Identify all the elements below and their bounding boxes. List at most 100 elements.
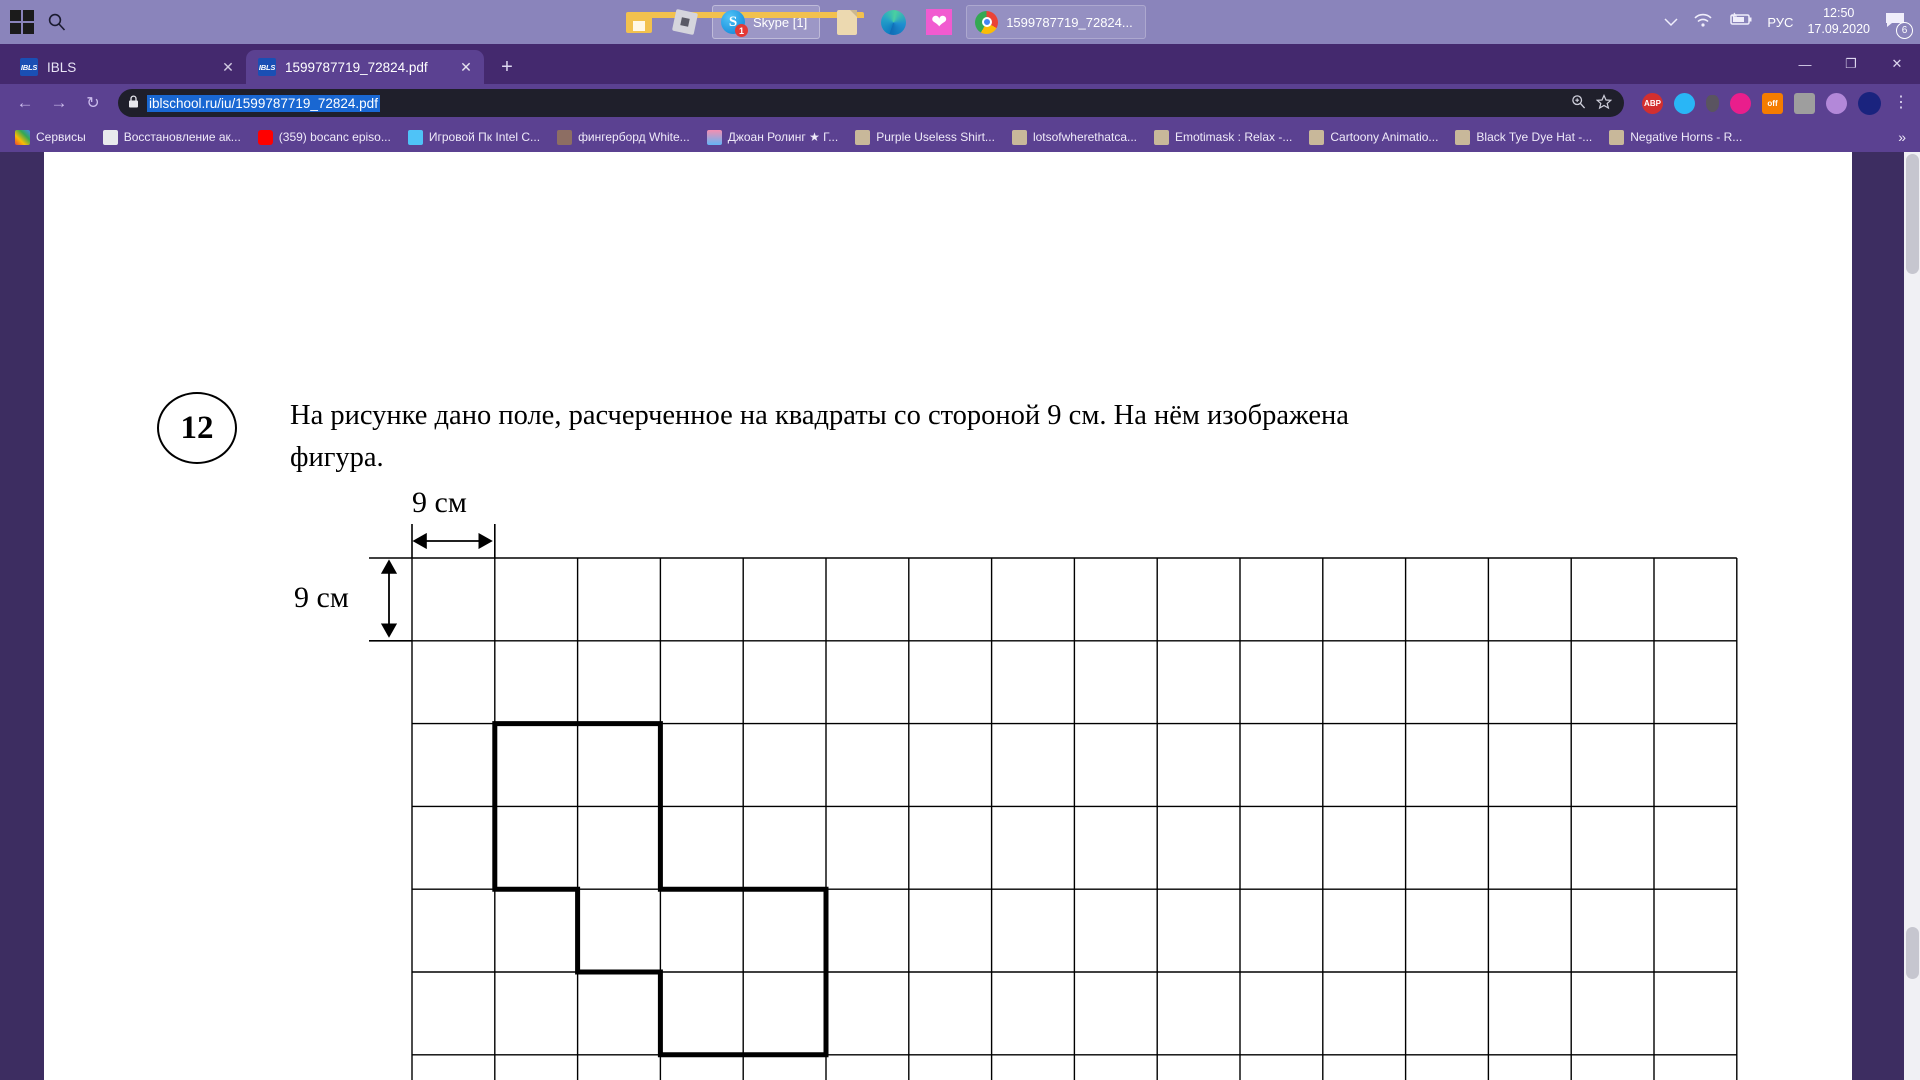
site-icon [706, 129, 722, 145]
close-window-button[interactable]: ✕ [1874, 44, 1920, 84]
puzzle-extension-icon[interactable] [1826, 92, 1847, 114]
windows-logo-icon[interactable] [10, 10, 34, 34]
zoom-icon[interactable] [1571, 94, 1586, 112]
forward-button[interactable]: → [44, 88, 74, 118]
bookmark-item[interactable]: Black Tye Dye Hat -... [1448, 127, 1599, 148]
youtube-icon [257, 129, 273, 145]
notification-count-badge: 6 [1896, 21, 1913, 39]
off-badge-extension-icon[interactable]: off [1762, 92, 1783, 114]
extensions-row: ABP off ⋮ [1636, 91, 1910, 115]
screenshot-extension-icon[interactable] [1794, 92, 1815, 114]
profile-avatar[interactable] [1858, 91, 1881, 115]
skype-icon: S1 [721, 10, 748, 37]
maximize-button[interactable]: ❐ [1828, 44, 1874, 84]
bookmarks-overflow-button[interactable]: » [1898, 129, 1912, 145]
taskbar-item-chrome[interactable]: 1599787719_72824... [966, 5, 1146, 39]
document-icon [837, 9, 858, 35]
bookmark-label: Cartoony Animatio... [1330, 130, 1439, 144]
tab-title: IBLS [47, 59, 77, 75]
clock[interactable]: 12:50 17.09.2020 [1807, 6, 1870, 37]
bookmark-item[interactable]: lotsofwherethatca... [1005, 127, 1144, 148]
taskbar-left [0, 5, 620, 39]
site-icon [1154, 129, 1169, 145]
bookmark-item[interactable]: фингерборд White... [550, 127, 697, 148]
site-icon [557, 129, 573, 145]
search-icon[interactable] [40, 5, 74, 39]
site-icon [407, 129, 423, 145]
bookmark-item[interactable]: Cartoony Animatio... [1302, 127, 1445, 148]
grid-figure-diagram [369, 524, 1738, 1080]
chrome-browser-window: IBLS IBLS ✕ IBLS 1599787719_72824.pdf ✕ … [0, 44, 1920, 1080]
bookmark-item[interactable]: (359) bocanc episo... [251, 127, 398, 148]
taskbar-item-roblox[interactable] [666, 3, 704, 41]
taskbar-item-skype[interactable]: S1 Skype [1] [712, 5, 821, 39]
lock-icon [128, 95, 139, 111]
adblock-plus-icon[interactable]: ABP [1642, 92, 1663, 114]
bookmark-label: Negative Horns - R... [1630, 130, 1743, 144]
bookmark-item[interactable]: Джоан Ролинг ★ Г... [700, 127, 846, 148]
bookmark-label: фингерборд White... [578, 130, 690, 144]
pdf-page: 12 На рисунке дано поле, расчерченное на… [44, 152, 1852, 1080]
bookmark-label: (359) bocanc episo... [278, 130, 391, 144]
chrome-icon [975, 10, 999, 34]
microphone-extension-icon[interactable] [1730, 92, 1751, 114]
minimize-button[interactable]: — [1782, 44, 1828, 84]
reload-button[interactable]: ↻ [78, 88, 108, 118]
language-indicator[interactable]: РУС [1767, 15, 1793, 30]
site-icon [1011, 129, 1027, 145]
bookmark-item[interactable]: Purple Useless Shirt... [848, 127, 1002, 148]
taskbar-item-notepad[interactable] [828, 3, 866, 41]
apps-grid-icon [15, 129, 30, 145]
site-icon [855, 129, 871, 145]
bookmark-item[interactable]: Игровой Пк Intel C... [401, 127, 547, 148]
scrollbar-thumb[interactable] [1906, 154, 1919, 274]
system-tray: РУС 12:50 17.09.2020 6 [1663, 6, 1920, 39]
tab-close-icon[interactable]: ✕ [220, 59, 236, 76]
site-icon [1309, 129, 1325, 145]
tray-chevron-icon[interactable] [1663, 14, 1679, 30]
url-text[interactable]: iblschool.ru/iu/1599787719_72824.pdf [147, 94, 380, 112]
tab-strip: IBLS IBLS ✕ IBLS 1599787719_72824.pdf ✕ … [0, 44, 1920, 84]
bookmarks-bar: Сервисы Восстановление ак... (359) bocan… [0, 122, 1920, 152]
scrollbar-thumb-secondary[interactable] [1906, 927, 1919, 979]
taskbar-item-file-explorer[interactable] [620, 3, 864, 41]
address-bar[interactable]: iblschool.ru/iu/1599787719_72824.pdf [118, 89, 1624, 117]
vertical-scrollbar[interactable] [1904, 152, 1920, 1080]
new-tab-button[interactable]: + [490, 50, 524, 84]
figure-outline [492, 721, 829, 1058]
taskbar-item-heart-app[interactable]: ❤ [920, 3, 958, 41]
blue-circle-extension-icon[interactable] [1674, 92, 1695, 114]
bookmark-item[interactable]: Сервисы [8, 127, 93, 148]
heart-icon: ❤ [926, 9, 953, 35]
star-icon[interactable] [1595, 93, 1613, 113]
tab-ibls[interactable]: IBLS IBLS ✕ [8, 50, 246, 84]
window-controls: — ❐ ✕ [1782, 44, 1920, 84]
wifi-icon[interactable] [1693, 12, 1713, 33]
grid-lines [411, 557, 1738, 1080]
battery-icon[interactable] [1727, 12, 1753, 32]
taskbar-apps: S1 Skype [1] ❤ 1599787719_72824... [620, 3, 1663, 41]
bookmark-label: lotsofwherethatca... [1032, 130, 1137, 144]
back-button[interactable]: ← [10, 88, 40, 118]
clock-date: 17.09.2020 [1807, 22, 1870, 36]
bookmark-item[interactable]: Восстановление ак... [96, 127, 248, 148]
omnibox-actions [1571, 93, 1614, 113]
bookmark-label: Emotimask : Relax -... [1175, 130, 1293, 144]
roblox-icon [671, 8, 699, 36]
tab-pdf[interactable]: IBLS 1599787719_72824.pdf ✕ [246, 50, 484, 84]
bookmark-label: Black Tye Dye Hat -... [1476, 130, 1593, 144]
dark-extension-icon[interactable] [1706, 94, 1719, 112]
taskbar-item-chrome-label: 1599787719_72824... [1006, 14, 1133, 30]
taskbar-item-edge[interactable] [874, 3, 912, 41]
site-icon [1455, 129, 1471, 145]
notifications-icon[interactable]: 6 [1884, 11, 1913, 39]
bookmark-label: Сервисы [36, 130, 86, 144]
kebab-menu-icon[interactable]: ⋮ [1892, 95, 1910, 111]
tab-close-icon[interactable]: ✕ [458, 59, 474, 76]
bookmark-item[interactable]: Emotimask : Relax -... [1147, 127, 1299, 148]
browser-toolbar: ← → ↻ iblschool.ru/iu/1599787719_72824.p… [0, 84, 1920, 122]
windows-taskbar: S1 Skype [1] ❤ 1599787719_72824... РУС 1… [0, 0, 1920, 44]
tab-title: 1599787719_72824.pdf [285, 59, 428, 75]
bookmark-label: Джоан Ролинг ★ Г... [727, 130, 839, 144]
bookmark-item[interactable]: Negative Horns - R... [1602, 127, 1749, 148]
